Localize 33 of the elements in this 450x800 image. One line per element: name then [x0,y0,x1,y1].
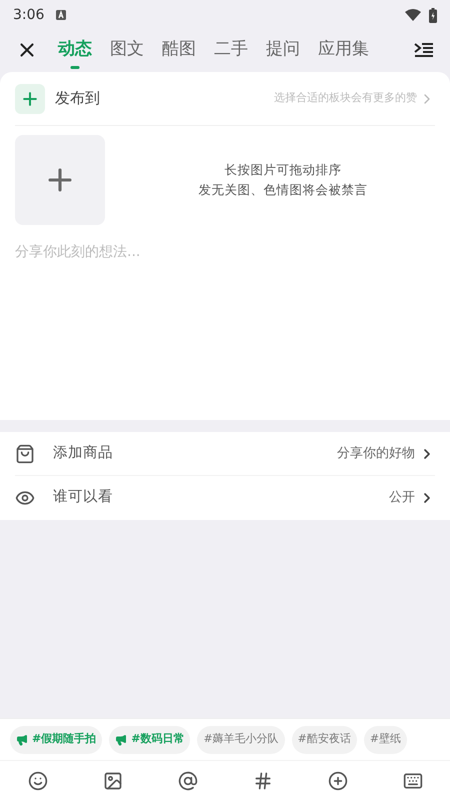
battery-icon [429,8,437,22]
option-row[interactable]: 添加商品 分享你的好物 [15,432,435,476]
bag-icon [15,444,35,464]
keyboard-icon[interactable] [402,770,422,790]
image-hint: 发无关图、色情图将会被禁言 [198,181,368,199]
tab[interactable]: 应用集 [318,31,369,69]
hashtag-icon[interactable] [252,770,272,790]
topic-chip[interactable]: #壁纸 [364,726,408,754]
megaphone-icon [16,734,28,746]
mention-icon[interactable] [178,770,198,790]
tab[interactable]: 图文 [110,31,144,69]
tab[interactable]: 动态 [58,31,92,69]
option-row[interactable]: 谁可以看 公开 [15,476,435,520]
topic-chip[interactable]: #数码日常 [109,726,190,754]
image-icon[interactable] [102,770,122,790]
image-hint: 长按图片可拖动排序 [224,161,342,179]
menu-icon[interactable] [414,43,434,57]
publish-to-label: 发布到 [55,88,100,110]
status-time: 3:06 [13,6,44,24]
topic-chip[interactable]: #薅羊毛小分队 [197,726,285,754]
megaphone-icon [115,734,128,746]
publish-hint: 选择合适的板块会有更多的赞 [274,90,417,106]
topic-chip[interactable]: #酷安夜话 [292,726,357,754]
tab[interactable]: 酷图 [162,31,196,69]
add-circle-icon[interactable] [328,770,348,790]
add-icon[interactable] [15,84,45,114]
tab[interactable]: 提问 [266,31,300,69]
notification-icon [56,10,66,20]
topic-chip[interactable]: #假期随手拍 [10,726,102,754]
wifi-icon [405,9,421,21]
emoji-icon[interactable] [28,770,48,790]
post-input-field[interactable]: 分享你此刻的想法... [15,237,435,267]
tab[interactable]: 二手 [214,31,248,69]
